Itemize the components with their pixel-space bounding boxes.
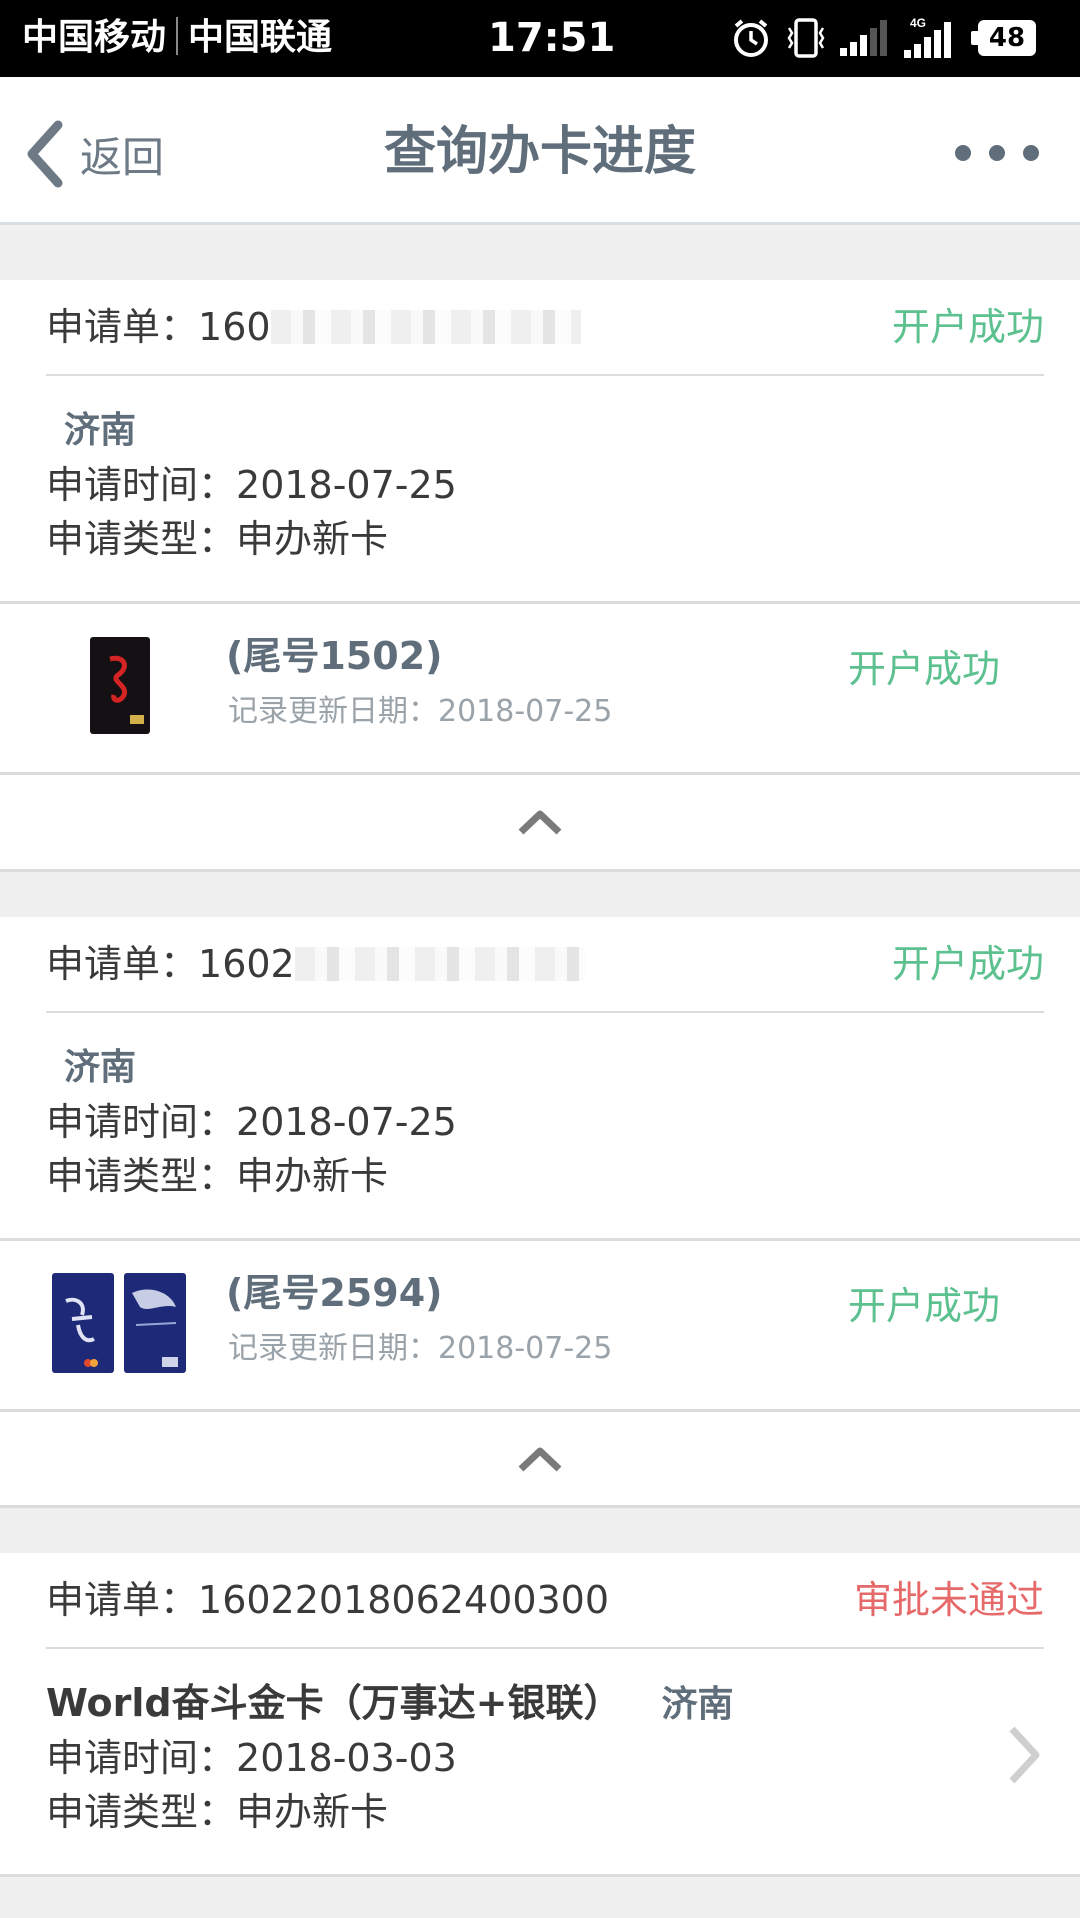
svg-text:4G: 4G <box>910 16 926 30</box>
update-date-value: 2018-07-25 <box>438 694 613 729</box>
apply-type-label: 申请类型： <box>46 1790 237 1834</box>
update-date: 记录更新日期：2018-07-25 <box>228 1327 612 1371</box>
apply-time-value: 2018-07-25 <box>236 1100 457 1144</box>
application-label: 申请单： <box>46 305 199 349</box>
card-image <box>52 1273 190 1377</box>
nav-bar: 返回 查询办卡进度 <box>0 77 1080 225</box>
carrier-divider <box>176 17 179 55</box>
apply-time: 申请时间：2018-03-03 <box>46 1731 457 1785</box>
application-number: 申请单：16022018062400300 <box>46 1573 609 1627</box>
apply-type-label: 申请类型： <box>46 1154 237 1198</box>
application-card: 申请单：160 开户成功 济南 申请时间：2018-07-25 申请类型：申办新… <box>0 280 1080 872</box>
dot-icon <box>955 145 971 161</box>
battery-indicator: 48 <box>971 20 1036 56</box>
card-product: World奋斗金卡（万事达+银联） 济南 <box>46 1675 734 1733</box>
divider <box>0 1238 1080 1241</box>
dot-icon <box>1023 145 1039 161</box>
application-status: 开户成功 <box>891 305 1044 349</box>
application-number: 申请单：1602 <box>46 937 585 991</box>
signal-1-4g-icon: 4G <box>904 16 951 58</box>
apply-type-value: 申办新卡 <box>236 1790 389 1834</box>
application-status: 审批未通过 <box>853 1578 1044 1622</box>
more-menu-button[interactable] <box>955 145 1039 161</box>
status-bar: 中国移动 中国联通 17:51 4G 48 <box>0 0 1080 77</box>
card-tail-number: (尾号2594) <box>226 1271 443 1315</box>
apply-time-label: 申请时间： <box>46 463 237 507</box>
divider <box>0 1874 1080 1877</box>
vibrate-icon <box>787 18 825 58</box>
apply-type-value: 申办新卡 <box>236 1154 389 1198</box>
apply-time: 申请时间：2018-07-25 <box>46 1095 457 1149</box>
chevron-right-icon[interactable] <box>1004 1723 1044 1791</box>
application-number: 申请单：160 <box>46 300 581 354</box>
product-name: World奋斗金卡（万事达+银联） <box>46 1681 622 1725</box>
redacted-number <box>294 947 585 981</box>
clock: 17:51 <box>488 15 616 61</box>
carrier-2: 中国联通 <box>188 17 333 58</box>
divider <box>46 1647 1044 1649</box>
apply-type-label: 申请类型： <box>46 517 237 561</box>
redacted-number <box>270 310 581 344</box>
card-image <box>90 637 150 738</box>
application-card: 申请单：1602 开户成功 济南 申请时间：2018-07-25 申请类型：申办… <box>0 917 1080 1508</box>
city-label: 济南 <box>661 1684 734 1725</box>
carrier-1: 中国移动 <box>22 17 167 58</box>
application-header: 申请单：16022018062400300 审批未通过 <box>0 1553 1080 1647</box>
update-date-label: 记录更新日期： <box>228 1331 438 1366</box>
card-status: 开户成功 <box>847 647 1000 691</box>
apply-time-label: 申请时间： <box>46 1736 237 1780</box>
dot-icon <box>989 145 1005 161</box>
divider <box>46 1011 1044 1013</box>
page-title: 查询办卡进度 <box>383 122 696 182</box>
apply-type: 申请类型：申办新卡 <box>46 1149 388 1203</box>
application-number-value: 16022018062400300 <box>198 1578 610 1622</box>
alarm-icon <box>734 19 768 57</box>
collapse-button[interactable] <box>0 776 1080 868</box>
divider <box>0 869 1080 872</box>
status-icons: 4G 48 <box>730 14 1036 62</box>
divider <box>0 601 1080 604</box>
application-number-value: 160 <box>198 305 271 349</box>
update-date-label: 记录更新日期： <box>228 694 438 729</box>
carrier-labels: 中国移动 中国联通 <box>22 14 332 62</box>
apply-type: 申请类型：申办新卡 <box>46 1785 388 1839</box>
city-label: 济南 <box>64 1047 137 1088</box>
divider <box>0 1409 1080 1412</box>
apply-type: 申请类型：申办新卡 <box>46 512 388 566</box>
card-status: 开户成功 <box>847 1284 1000 1328</box>
application-header: 申请单：1602 开户成功 <box>0 917 1080 1011</box>
city-label: 济南 <box>64 410 137 451</box>
divider <box>46 374 1044 376</box>
apply-type-value: 申办新卡 <box>236 517 389 561</box>
apply-time: 申请时间：2018-07-25 <box>46 458 457 512</box>
apply-time-value: 2018-07-25 <box>236 463 457 507</box>
apply-time-label: 申请时间： <box>46 1100 237 1144</box>
divider <box>0 1505 1080 1508</box>
update-date-value: 2018-07-25 <box>438 1331 613 1366</box>
card-tail-number: (尾号1502) <box>226 634 443 678</box>
collapse-button[interactable] <box>0 1413 1080 1505</box>
chevron-up-icon <box>518 1447 562 1472</box>
divider <box>0 772 1080 775</box>
chevron-up-icon <box>518 810 562 835</box>
application-header: 申请单：160 开户成功 <box>0 280 1080 374</box>
application-card-rejected[interactable]: 申请单：16022018062400300 审批未通过 World奋斗金卡（万事… <box>0 1553 1080 1877</box>
signal-2-icon <box>840 20 887 56</box>
apply-time-value: 2018-03-03 <box>236 1736 457 1780</box>
application-number-value: 1602 <box>198 942 295 986</box>
update-date: 记录更新日期：2018-07-25 <box>228 690 612 734</box>
application-label: 申请单： <box>46 1578 199 1622</box>
application-status: 开户成功 <box>891 942 1044 986</box>
application-label: 申请单： <box>46 942 199 986</box>
